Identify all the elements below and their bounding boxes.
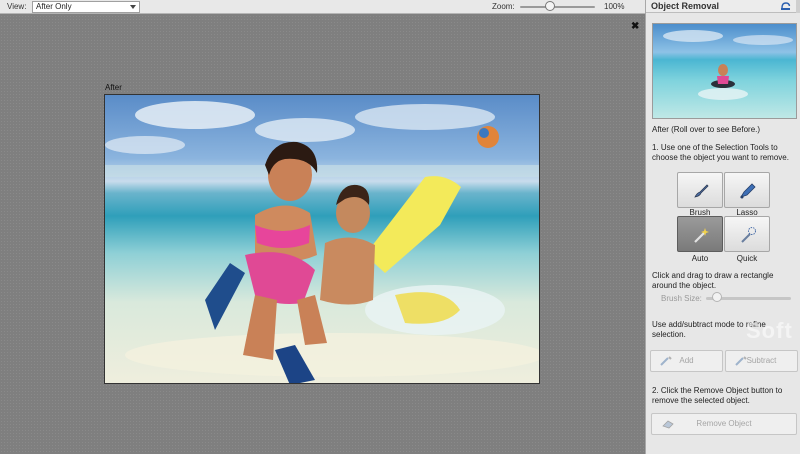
lasso-tool-button[interactable] (724, 172, 770, 208)
zoom-slider-thumb[interactable] (545, 1, 555, 11)
photo-drawing (105, 101, 539, 383)
subtract-label: Subtract (746, 356, 777, 365)
chevron-down-icon (130, 5, 136, 9)
brush-size-slider-thumb (712, 292, 722, 302)
close-icon[interactable]: ✖ (631, 22, 639, 32)
watermark: Soft (746, 318, 793, 343)
step1-instructions: 1. Use one of the Selection Tools to cho… (652, 143, 789, 162)
brush-tool-label: Brush (689, 208, 711, 217)
zoom-value: 100% (604, 2, 625, 11)
thumbnail-caption: After (Roll over to see Before.) (652, 125, 761, 134)
thumbnail-drawing (663, 30, 793, 100)
reset-icon[interactable] (780, 1, 791, 11)
subtract-button[interactable]: Subtract (725, 350, 798, 372)
brush-size-label: Brush Size: (661, 294, 702, 303)
step2-instructions: 2. Click the Remove Object button to rem… (652, 386, 783, 405)
zoom-label: Zoom: (492, 2, 515, 11)
lasso-tool-label: Lasso (736, 208, 758, 217)
quick-selection-icon (741, 227, 756, 243)
auto-tool-button[interactable] (677, 216, 723, 252)
image-caption: After (105, 83, 122, 92)
add-label: Add (679, 356, 694, 365)
quick-tool-label: Quick (736, 254, 758, 263)
top-toolbar: View: After Only Zoom: 100% (0, 0, 645, 14)
add-button[interactable]: Add (650, 350, 723, 372)
panel-header: Object Removal (646, 0, 800, 13)
tool-hint: Click and drag to draw a rectangle aroun… (652, 271, 774, 290)
step3-instructions-cut (652, 446, 798, 454)
view-select[interactable]: After Only (32, 1, 140, 13)
panel-title: Object Removal (651, 1, 720, 11)
brush-tool-button[interactable] (677, 172, 723, 208)
lasso-icon (740, 183, 756, 199)
before-after-thumbnail[interactable] (652, 23, 797, 119)
quick-tool-button[interactable] (724, 216, 770, 252)
brush-icon (694, 184, 709, 198)
panel-edge (796, 0, 800, 13)
view-select-value: After Only (36, 2, 72, 11)
view-label: View: (7, 2, 27, 11)
auto-tool-label: Auto (691, 254, 709, 263)
magic-wand-icon (694, 228, 709, 243)
zoom-slider-track[interactable] (520, 6, 595, 8)
photo-after[interactable] (104, 94, 540, 384)
remove-object-label: Remove Object (696, 419, 752, 428)
remove-object-button[interactable]: Remove Object (651, 413, 797, 435)
